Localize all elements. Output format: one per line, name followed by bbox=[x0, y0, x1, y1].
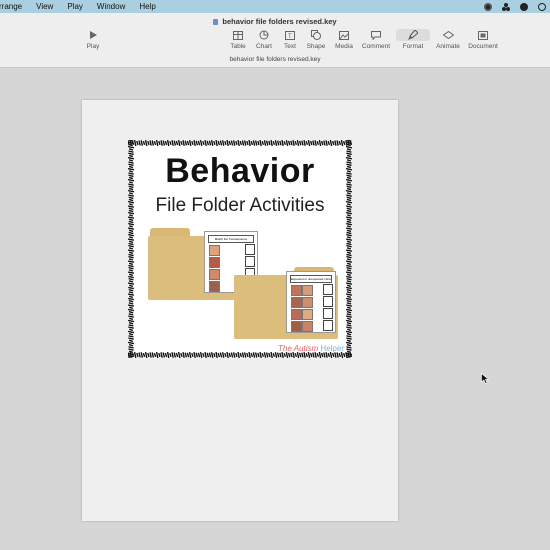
record-icon[interactable] bbox=[484, 2, 492, 11]
play-button[interactable]: Play bbox=[75, 29, 111, 50]
window-title-text: behavior file folders revised.key bbox=[222, 17, 337, 26]
brand-part-2: Helper bbox=[320, 344, 344, 353]
paintbrush-icon bbox=[396, 29, 430, 41]
cover-title: Behavior bbox=[165, 152, 315, 190]
menu-window[interactable]: Window bbox=[97, 2, 125, 11]
animate-button[interactable]: Animate bbox=[430, 29, 466, 50]
menu-bar: rrange View Play Window Help bbox=[0, 0, 550, 13]
mouse-pointer-icon bbox=[481, 373, 489, 384]
cover-image[interactable]: Behavior File Folder Activities Match th… bbox=[128, 140, 352, 358]
worksheet-1-header: Match the Consequence bbox=[208, 235, 254, 243]
brand-logo: The Autism Helper bbox=[278, 344, 344, 353]
worksheet-2-header: Expected or unexpected choice? bbox=[290, 275, 332, 283]
document-icon bbox=[465, 29, 501, 41]
format-button[interactable]: Format bbox=[395, 29, 431, 50]
sync-icon[interactable] bbox=[520, 2, 528, 11]
status-icons bbox=[484, 0, 546, 13]
circle-icon[interactable] bbox=[538, 2, 546, 11]
brand-part-1: The Autism bbox=[278, 344, 319, 353]
format-label: Format bbox=[402, 43, 424, 50]
menu-help[interactable]: Help bbox=[139, 2, 155, 11]
svg-text:T: T bbox=[288, 34, 292, 40]
media-button[interactable]: Media bbox=[326, 29, 362, 50]
animate-label: Animate bbox=[436, 43, 460, 50]
comment-icon bbox=[358, 29, 394, 41]
cluster-icon[interactable] bbox=[502, 2, 510, 11]
menu-arrange[interactable]: rrange bbox=[0, 2, 22, 11]
menu-play[interactable]: Play bbox=[67, 2, 83, 11]
media-label: Media bbox=[335, 43, 353, 50]
keynote-toolbar: behavior file folders revised.key Play T… bbox=[0, 13, 550, 68]
document-subtitle: behavior file folders revised.key bbox=[229, 56, 321, 63]
play-icon bbox=[75, 29, 111, 41]
play-label: Play bbox=[86, 43, 100, 50]
worksheet-2: Expected or unexpected choice? bbox=[286, 271, 336, 333]
document-label: Document bbox=[468, 43, 498, 50]
menu-view[interactable]: View bbox=[36, 2, 53, 11]
document-button[interactable]: Document bbox=[465, 29, 501, 50]
window-title: behavior file folders revised.key bbox=[0, 17, 550, 26]
media-icon bbox=[326, 29, 362, 41]
keynote-file-icon bbox=[213, 19, 219, 25]
comment-button[interactable]: Comment bbox=[358, 29, 394, 50]
cover-subtitle: File Folder Activities bbox=[155, 195, 325, 216]
comment-label: Comment bbox=[361, 43, 391, 50]
animate-icon bbox=[430, 29, 466, 41]
